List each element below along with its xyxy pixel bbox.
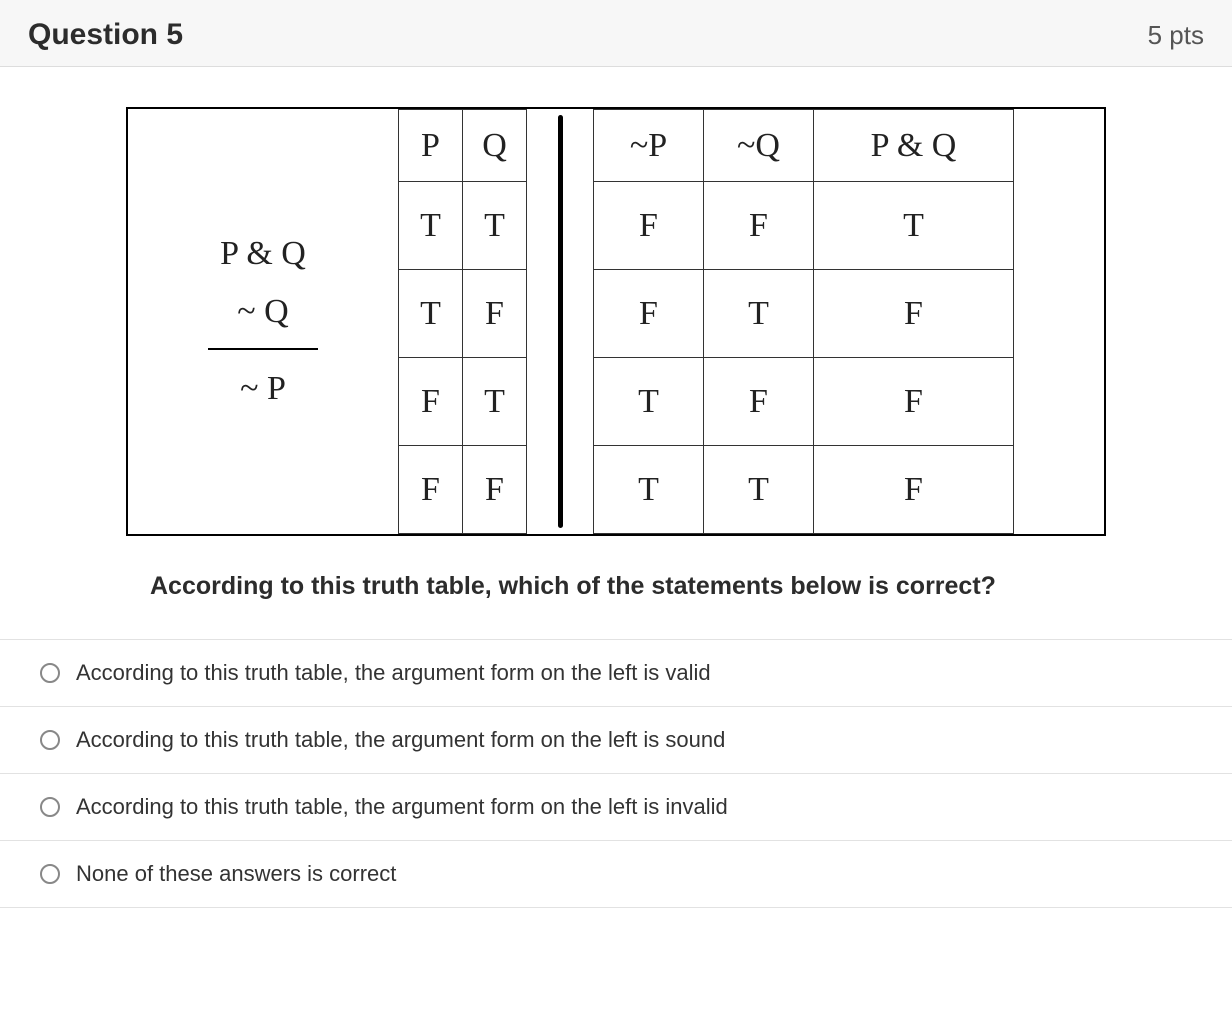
cell: T xyxy=(463,182,527,270)
cell: F xyxy=(814,270,1014,358)
cell: F xyxy=(814,446,1014,534)
table-spacer xyxy=(527,109,557,534)
cell: F xyxy=(463,270,527,358)
argument-conclusion: ~ P xyxy=(240,360,286,418)
header-notP: ~P xyxy=(594,110,704,182)
cell: F xyxy=(814,358,1014,446)
argument-form: P & Q ~ Q ~ P xyxy=(128,109,398,534)
cell: F xyxy=(704,358,814,446)
option-label[interactable]: According to this truth table, the argum… xyxy=(76,660,711,686)
truth-table-right: ~P ~Q P & Q F F T F T F T F F xyxy=(593,109,1014,534)
radio-icon[interactable] xyxy=(40,730,60,750)
cell: T xyxy=(399,182,463,270)
cell: F xyxy=(463,446,527,534)
question-points: 5 pts xyxy=(1148,20,1204,51)
option-3[interactable]: According to this truth table, the argum… xyxy=(0,773,1232,840)
truth-table-container: P & Q ~ Q ~ P P Q T T T F F xyxy=(126,107,1106,536)
option-label[interactable]: According to this truth table, the argum… xyxy=(76,794,728,820)
cell: T xyxy=(704,270,814,358)
question-prompt: According to this truth table, which of … xyxy=(126,564,1106,609)
question-body: P & Q ~ Q ~ P P Q T T T F F xyxy=(0,67,1232,928)
radio-icon[interactable] xyxy=(40,663,60,683)
question-title: Question 5 xyxy=(28,18,183,52)
option-label[interactable]: According to this truth table, the argum… xyxy=(76,727,725,753)
header-Q: Q xyxy=(463,110,527,182)
question-header: Question 5 5 pts xyxy=(0,0,1232,67)
cell: F xyxy=(399,446,463,534)
cell: T xyxy=(463,358,527,446)
cell: F xyxy=(594,270,704,358)
header-PandQ: P & Q xyxy=(814,110,1014,182)
header-notQ: ~Q xyxy=(704,110,814,182)
radio-icon[interactable] xyxy=(40,864,60,884)
cell: T xyxy=(399,270,463,358)
cell: T xyxy=(814,182,1014,270)
cell: F xyxy=(399,358,463,446)
cell: T xyxy=(594,358,704,446)
table-divider-icon xyxy=(557,109,563,534)
cell: F xyxy=(594,182,704,270)
option-label[interactable]: None of these answers is correct xyxy=(76,861,396,887)
cell: T xyxy=(704,446,814,534)
cell: T xyxy=(594,446,704,534)
argument-rule-line xyxy=(208,348,318,350)
cell: F xyxy=(704,182,814,270)
radio-icon[interactable] xyxy=(40,797,60,817)
truth-table: P Q T T T F F T F F xyxy=(398,109,1104,534)
option-2[interactable]: According to this truth table, the argum… xyxy=(0,706,1232,773)
argument-premise-1: P & Q xyxy=(220,225,306,283)
argument-premise-2: ~ Q xyxy=(237,283,288,341)
truth-table-left: P Q T T T F F T F F xyxy=(398,109,527,534)
header-P: P xyxy=(399,110,463,182)
option-1[interactable]: According to this truth table, the argum… xyxy=(0,639,1232,706)
option-4[interactable]: None of these answers is correct xyxy=(0,840,1232,908)
table-spacer xyxy=(563,109,593,534)
